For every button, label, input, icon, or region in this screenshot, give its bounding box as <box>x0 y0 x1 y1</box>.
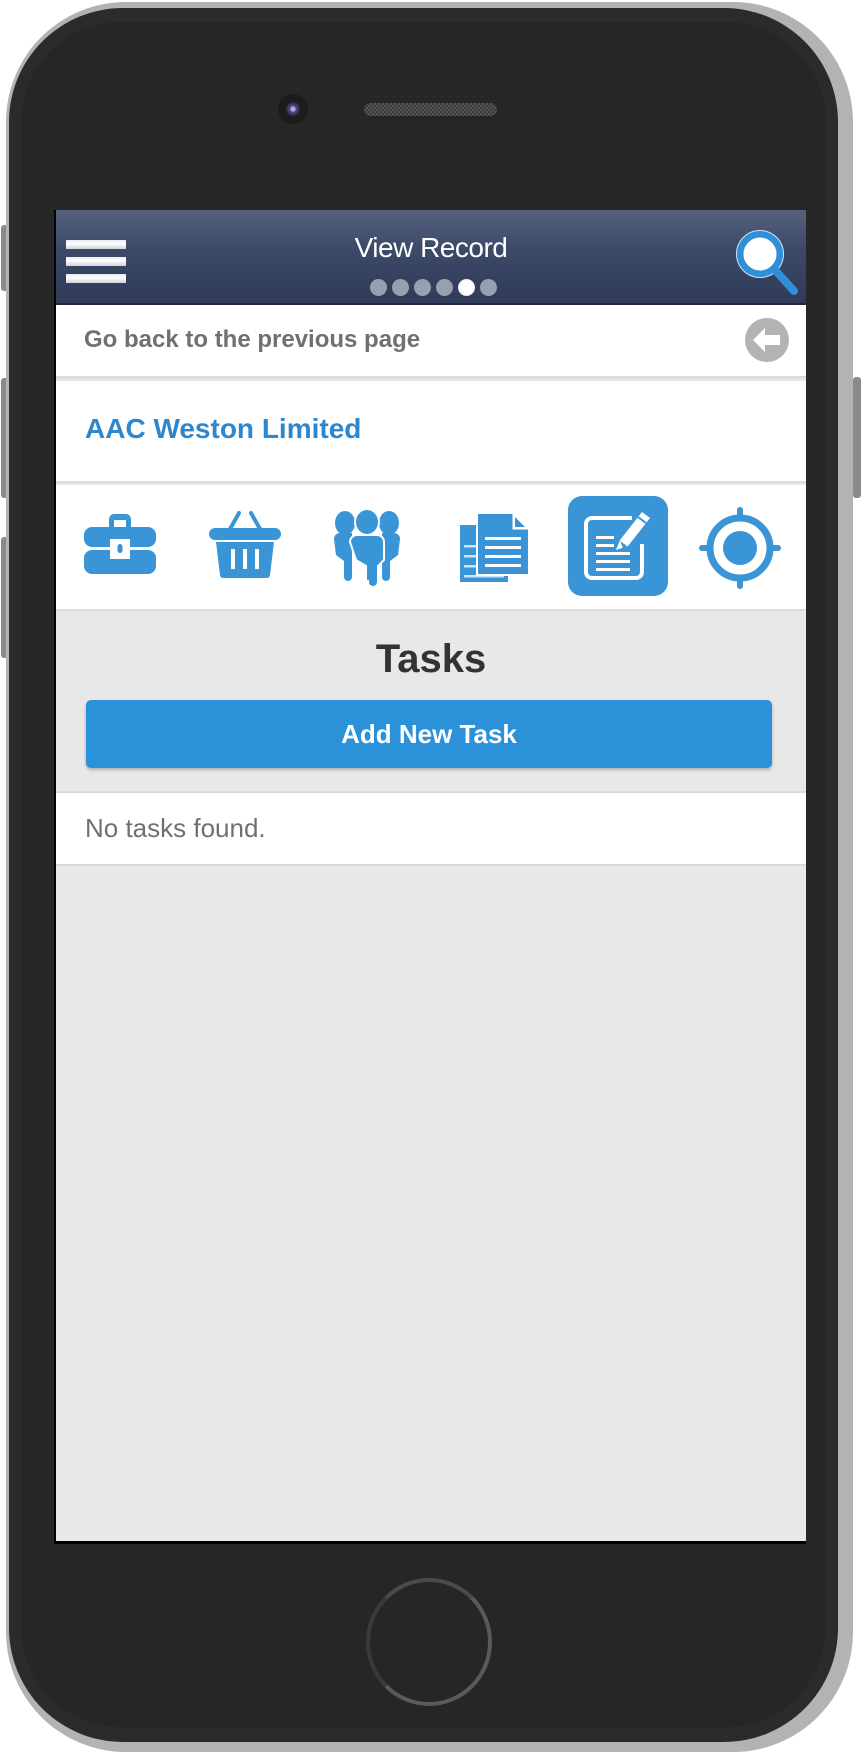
page-dot <box>436 279 453 296</box>
tasks-heading: Tasks <box>375 637 487 681</box>
back-link-label: Go back to the previous page <box>84 326 421 353</box>
empty-state-message: No tasks found. <box>85 813 266 843</box>
home-button[interactable] <box>366 1578 492 1706</box>
page-indicator <box>370 279 497 297</box>
tab-documents[interactable] <box>459 509 531 583</box>
tasks-section: Tasks Add New Task <box>56 611 806 793</box>
tab-location[interactable] <box>699 505 781 591</box>
documents-icon <box>460 512 530 582</box>
page-dot <box>392 279 409 296</box>
record-tab-bar <box>56 485 806 611</box>
back-arrow-icon[interactable] <box>744 317 790 363</box>
tab-people[interactable] <box>332 509 402 587</box>
app-header: View Record <box>56 210 806 305</box>
page-dot <box>414 279 431 296</box>
power-button <box>853 377 861 498</box>
earpiece-speaker <box>364 103 497 116</box>
tasks-list: No tasks found. <box>56 793 806 866</box>
tab-briefcase[interactable] <box>83 513 157 575</box>
app-screen: View Record Go back to the previous page… <box>54 210 806 1544</box>
tab-basket[interactable] <box>208 509 282 579</box>
target-location-icon <box>699 507 781 589</box>
task-edit-icon <box>584 512 650 580</box>
page-dot <box>480 279 497 296</box>
tab-tasks[interactable] <box>568 496 668 596</box>
page-title: View Record <box>354 232 508 263</box>
record-title[interactable]: AAC Weston Limited <box>85 413 361 445</box>
page-dot <box>370 279 387 296</box>
add-new-task-button[interactable]: Add New Task <box>86 700 772 768</box>
basket-icon <box>209 511 281 578</box>
page-dot-active <box>458 279 475 296</box>
back-link[interactable]: Go back to the previous page <box>56 305 806 376</box>
search-icon[interactable] <box>734 228 800 298</box>
briefcase-icon <box>84 514 156 574</box>
people-icon <box>334 509 400 587</box>
record-header: AAC Weston Limited <box>56 381 806 483</box>
front-camera <box>278 94 308 124</box>
